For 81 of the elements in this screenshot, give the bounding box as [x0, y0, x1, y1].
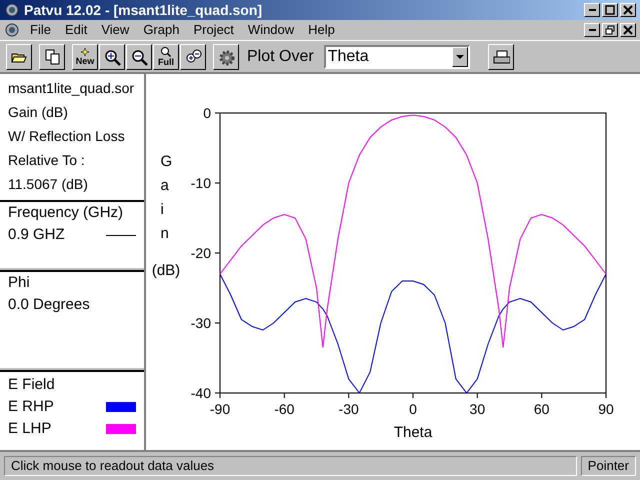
y-tick-label: -30	[190, 315, 211, 331]
minimize-icon	[588, 9, 596, 11]
y-tick	[214, 182, 220, 184]
frequency-heading: Frequency (GHz)	[8, 203, 124, 223]
plot-over-label: Plot Over	[247, 46, 314, 66]
x-tick-label: -90	[210, 401, 230, 417]
y-tick-label: -10	[190, 175, 211, 191]
menu-item[interactable]: File	[24, 20, 57, 40]
copy-icon	[43, 48, 61, 66]
menu-item[interactable]: Help	[302, 20, 341, 40]
close-icon	[623, 5, 633, 15]
y-tick-label: -40	[190, 385, 211, 401]
frequency-value: 0.9 GHZ	[8, 225, 65, 245]
info-line: msant1lite_quad.sor	[8, 79, 136, 98]
y-axis-unit: (dB)	[152, 261, 180, 281]
gear-icon	[217, 48, 235, 66]
x-tick	[348, 392, 350, 398]
zoom-out-button[interactable]	[126, 44, 152, 70]
app-icon	[4, 2, 20, 18]
x-tick-label: -30	[338, 401, 359, 417]
x-tick-label: 30	[470, 401, 486, 417]
x-tick-label: 0	[409, 401, 417, 417]
settings-button[interactable]	[213, 44, 239, 70]
document-icon	[4, 22, 20, 38]
zoom-out-icon	[130, 48, 148, 66]
close-icon	[623, 25, 633, 35]
info-line: 11.5067 (dB)	[8, 175, 89, 194]
printer-icon	[492, 48, 510, 66]
x-tick	[284, 392, 285, 398]
x-tick	[412, 392, 414, 398]
menu-item[interactable]: Project	[187, 20, 240, 40]
x-tick-label: -60	[274, 401, 294, 417]
new-button[interactable]: New	[72, 44, 98, 70]
zoom-button[interactable]	[180, 44, 206, 70]
line-sample	[106, 234, 136, 236]
phi-value: 0.0 Degrees	[8, 295, 91, 315]
sparkle-icon	[81, 48, 89, 56]
minimize-icon	[588, 29, 596, 31]
minimize-button[interactable]	[584, 23, 600, 37]
status-message: Click mouse to readout data values	[4, 456, 577, 476]
restore-button[interactable]	[602, 23, 618, 37]
status-mode: Pointer	[580, 456, 636, 476]
info-line: W/ Reflection Loss	[8, 127, 126, 146]
close-button[interactable]	[620, 3, 636, 17]
open-button[interactable]	[6, 44, 32, 70]
plot-over-dropdown[interactable]: Theta	[324, 44, 470, 68]
magnifier-icon	[161, 46, 171, 56]
maximize-button[interactable]	[602, 3, 618, 17]
legend-label: E RHP	[8, 397, 54, 417]
x-tick-label: 90	[598, 401, 614, 417]
x-tick-label: 60	[534, 401, 550, 417]
restore-icon	[605, 25, 615, 35]
info-line: Relative To :	[8, 151, 86, 170]
legend-label: E LHP	[8, 419, 52, 439]
y-tick	[214, 252, 220, 254]
y-tick-label: -20	[190, 245, 211, 261]
y-tick	[214, 392, 220, 394]
x-axis-label: Theta	[394, 424, 432, 441]
y-tick	[214, 322, 220, 324]
y-axis-label: Gain	[160, 152, 174, 244]
minimize-button[interactable]	[584, 3, 600, 17]
y-tick	[214, 112, 220, 114]
copy-button[interactable]	[39, 44, 65, 70]
close-button[interactable]	[620, 23, 636, 37]
menu-item[interactable]: Graph	[137, 20, 186, 40]
y-tick-label: 0	[203, 105, 211, 121]
phi-heading: Phi	[8, 273, 31, 293]
print-button[interactable]	[488, 44, 514, 70]
legend-heading: E Field	[8, 375, 56, 395]
zoom-icon	[184, 48, 202, 66]
x-tick	[541, 392, 542, 398]
zoom-in-button[interactable]	[99, 44, 125, 70]
window-title: Patvu 12.02 - [msant1lite_quad.son]	[24, 0, 264, 20]
zoom-in-icon	[103, 48, 121, 66]
x-tick	[476, 392, 478, 398]
menu-item[interactable]: Edit	[58, 20, 94, 40]
menu-item[interactable]: View	[95, 20, 136, 40]
info-line: Gain (dB)	[8, 103, 69, 122]
menu-item[interactable]: Window	[242, 20, 300, 40]
maximize-icon	[605, 5, 615, 15]
full-button[interactable]: Full	[153, 44, 179, 70]
